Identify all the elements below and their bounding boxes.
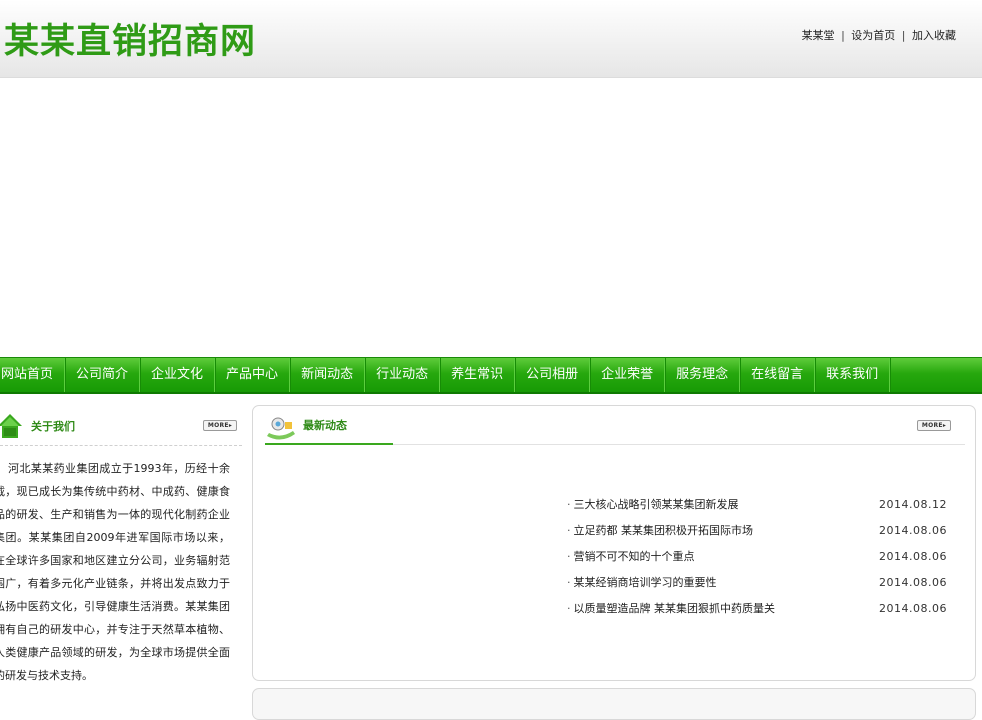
site-logo[interactable]: 某某直销招商网 <box>4 13 256 64</box>
about-header: 关于我们 MORE▸ <box>0 405 242 446</box>
latest-news-title: 最新动态 <box>303 419 347 432</box>
news-date: 2014.08.06 <box>879 602 947 615</box>
top-link-home-brand[interactable]: 某某堂 <box>802 29 835 42</box>
bullet: · <box>567 602 571 615</box>
nav-item-home[interactable]: 网站首页 <box>0 358 66 392</box>
news-date: 2014.08.06 <box>879 550 947 563</box>
next-panel <box>252 688 976 720</box>
news-item[interactable]: · 某某经销商培训学习的重要性 2014.08.06 <box>567 570 947 596</box>
news-item[interactable]: · 三大核心战略引领某某集团新发展 2014.08.12 <box>567 492 947 518</box>
nav-item-album[interactable]: 公司相册 <box>515 358 591 392</box>
main-nav: 网站首页 公司简介 企业文化 产品中心 新闻动态 行业动态 养生常识 公司相册 … <box>0 357 982 394</box>
news-item[interactable]: · 营销不可不知的十个重点 2014.08.06 <box>567 544 947 570</box>
nav-item-news[interactable]: 新闻动态 <box>290 358 366 392</box>
about-text: 河北某某药业集团成立于1993年，历经十余载，现已成长为集传统中药材、中成药、健… <box>0 462 230 682</box>
nav-item-service[interactable]: 服务理念 <box>665 358 741 392</box>
header-underline <box>265 443 393 445</box>
nav-item-honors[interactable]: 企业荣誉 <box>590 358 666 392</box>
set-homepage-link[interactable]: 设为首页 <box>851 29 895 42</box>
news-date: 2014.08.12 <box>879 498 947 511</box>
nav-item-health[interactable]: 养生常识 <box>440 358 516 392</box>
house-icon <box>0 414 22 438</box>
news-title[interactable]: 三大核心战略引领某某集团新发展 <box>574 498 739 511</box>
latest-news-header: 最新动态 MORE▸ <box>265 406 965 445</box>
top-links: 某某堂 | 设为首页 | 加入收藏 <box>802 27 956 43</box>
add-favorite-link[interactable]: 加入收藏 <box>912 29 956 42</box>
news-item[interactable]: · 以质量塑造品牌 某某集团狠抓中药质量关 2014.08.06 <box>567 596 947 622</box>
news-list: · 三大核心战略引领某某集团新发展 2014.08.12 · 立足药都 某某集团积极开… <box>567 492 947 622</box>
nav-item-about[interactable]: 公司简介 <box>65 358 141 392</box>
about-section: 关于我们 MORE▸ 河北某某药业集团成立于1993年，历经十余载，现已成长为集… <box>0 405 242 700</box>
site-header: 某某直销招商网 某某堂 | 设为首页 | 加入收藏 <box>0 0 982 78</box>
banner-area <box>0 78 982 358</box>
latest-news-more-button[interactable]: MORE▸ <box>917 420 951 431</box>
bullet: · <box>567 576 571 589</box>
latest-news-panel: 最新动态 MORE▸ · 三大核心战略引领某某集团新发展 2014.08.12 · 立… <box>252 405 976 681</box>
news-title[interactable]: 立足药都 某某集团积极开拓国际市场 <box>574 524 754 537</box>
separator: | <box>841 29 845 42</box>
bullet: · <box>567 498 571 511</box>
about-title: 关于我们 <box>31 420 75 433</box>
nav-item-guestbook[interactable]: 在线留言 <box>740 358 816 392</box>
news-title[interactable]: 营销不可不知的十个重点 <box>574 550 695 563</box>
news-date: 2014.08.06 <box>879 524 947 537</box>
news-title[interactable]: 以质量塑造品牌 某某集团狠抓中药质量关 <box>574 602 776 615</box>
separator: | <box>901 29 906 42</box>
news-title[interactable]: 某某经销商培训学习的重要性 <box>574 576 717 589</box>
news-item[interactable]: · 立足药都 某某集团积极开拓国际市场 2014.08.06 <box>567 518 947 544</box>
bullet: · <box>567 550 571 563</box>
nav-item-industry[interactable]: 行业动态 <box>365 358 441 392</box>
nav-item-products[interactable]: 产品中心 <box>215 358 291 392</box>
nav-item-culture[interactable]: 企业文化 <box>140 358 216 392</box>
about-more-button[interactable]: MORE▸ <box>203 420 237 431</box>
news-date: 2014.08.06 <box>879 576 947 589</box>
news-icon <box>267 417 295 440</box>
bullet: · <box>567 524 571 537</box>
nav-item-contact[interactable]: 联系我们 <box>815 358 891 392</box>
